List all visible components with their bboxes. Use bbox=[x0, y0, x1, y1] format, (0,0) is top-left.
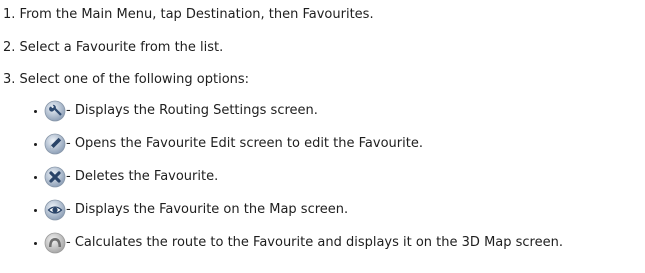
bullet bbox=[34, 109, 37, 113]
step-2: 2. Select a Favourite from the list. bbox=[3, 40, 224, 55]
option-text: - Opens the Favourite Edit screen to edi… bbox=[66, 136, 423, 151]
bullet bbox=[34, 142, 37, 146]
wrench-icon bbox=[44, 100, 66, 122]
step-1: 1. From the Main Menu, tap Destination, … bbox=[3, 7, 374, 22]
option-delete-favourite: - Deletes the Favourite. bbox=[34, 165, 218, 189]
option-text: - Displays the Favourite on the Map scre… bbox=[66, 202, 349, 217]
option-show-on-map: - Displays the Favourite on the Map scre… bbox=[34, 198, 348, 222]
option-routing-settings: - Displays the Routing Settings screen. bbox=[34, 99, 318, 123]
route-arch-icon bbox=[44, 232, 66, 254]
instructions-document: 1. From the Main Menu, tap Destination, … bbox=[0, 0, 645, 273]
option-text: - Displays the Routing Settings screen. bbox=[66, 103, 318, 118]
bullet bbox=[34, 208, 37, 212]
option-text: - Calculates the route to the Favourite … bbox=[66, 235, 563, 250]
bullet bbox=[34, 241, 37, 245]
bullet bbox=[34, 175, 37, 179]
pencil-icon bbox=[44, 133, 66, 155]
delete-x-icon bbox=[44, 166, 66, 188]
option-edit-favourite: - Opens the Favourite Edit screen to edi… bbox=[34, 132, 423, 156]
option-text: - Deletes the Favourite. bbox=[66, 169, 219, 184]
step-3: 3. Select one of the following options: bbox=[3, 72, 250, 87]
option-calculate-route: - Calculates the route to the Favourite … bbox=[34, 231, 563, 255]
eye-icon bbox=[44, 199, 66, 221]
